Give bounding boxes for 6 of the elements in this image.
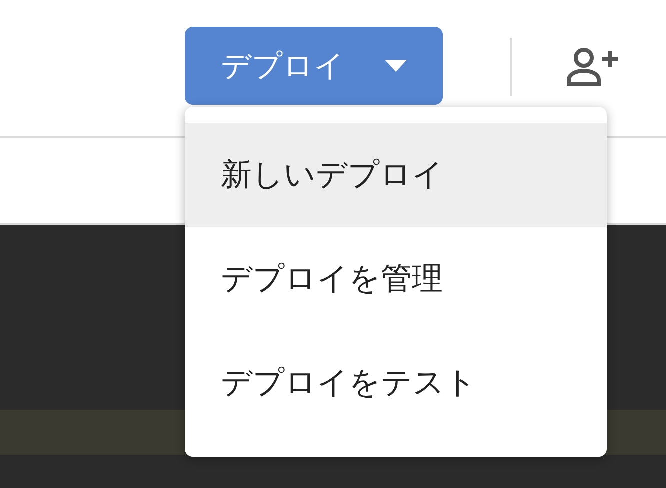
menu-item[interactable]: デプロイを管理	[185, 227, 607, 331]
menu-item[interactable]: 新しいデプロイ	[185, 123, 607, 227]
deploy-button[interactable]: デプロイ	[185, 27, 443, 105]
caret-icon	[385, 60, 407, 72]
add-person-icon[interactable]	[566, 47, 618, 87]
menu-item[interactable]: デプロイをテスト	[185, 331, 607, 435]
